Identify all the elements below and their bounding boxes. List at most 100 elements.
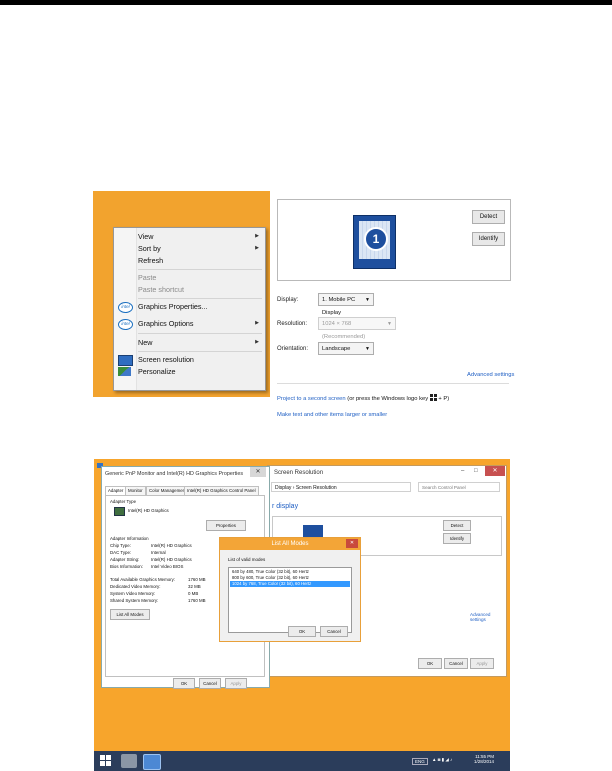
menu-item-screen-resolution[interactable]: Screen resolution — [138, 354, 261, 365]
close-icon[interactable]: ✕ — [250, 467, 266, 477]
display-arrangement-panel: 1 Detect Identify — [277, 199, 511, 281]
menu-item-view[interactable]: View ▶ — [138, 231, 261, 242]
orientation-select-value: Landscape — [322, 346, 351, 352]
ok-button[interactable]: OK — [173, 678, 195, 689]
desktop-context-menu: View ▶ Sort by ▶ Refresh Paste Paste sho… — [113, 227, 266, 391]
info-key: Bios Information: — [110, 564, 143, 569]
text-size-link[interactable]: Make text and other items larger or smal… — [277, 412, 387, 418]
chevron-down-icon: ▼ — [365, 346, 370, 352]
ok-button[interactable]: OK — [418, 658, 442, 669]
memory-value: 0 MB — [188, 591, 199, 596]
close-icon[interactable]: ✕ — [485, 466, 505, 476]
identify-button[interactable]: Identify — [443, 533, 471, 544]
menu-separator — [138, 351, 262, 352]
menu-item-label: Graphics Options — [138, 319, 194, 328]
apply-button[interactable]: Apply — [470, 658, 494, 669]
list-all-modes-dialog: List All Modes ✕ List of valid modes 640… — [219, 537, 361, 642]
menu-item-label: View — [138, 232, 154, 241]
desktop-screenshot: Screen Resolution – □ ✕ Display › Screen… — [94, 459, 510, 771]
detect-button[interactable]: Detect — [472, 210, 505, 224]
ok-button[interactable]: OK — [288, 626, 316, 637]
orientation-label: Orientation: — [277, 346, 309, 352]
menu-separator — [138, 298, 262, 299]
submenu-arrow-icon: ▶ — [255, 233, 259, 239]
display-label: Display: — [277, 297, 299, 303]
clock[interactable]: 11:55 PM 1/28/2014 — [474, 754, 494, 764]
personalize-icon — [118, 367, 131, 376]
top-rule — [0, 0, 612, 5]
modes-caption: List of valid modes — [228, 557, 266, 562]
memory-value: 1760 MB — [188, 577, 206, 582]
menu-item-paste[interactable]: Paste — [138, 272, 261, 283]
menu-item-label: Paste — [138, 273, 157, 282]
close-icon[interactable]: ✕ — [346, 539, 358, 548]
control-panel-taskbar-icon[interactable] — [143, 754, 161, 770]
list-all-modes-button[interactable]: List All Modes — [110, 609, 150, 620]
intel-logo-icon: intel — [118, 319, 133, 330]
info-value: Internal — [151, 550, 166, 555]
adapter-name: Intel(R) HD Graphics — [128, 508, 169, 513]
list-item-selected[interactable]: 1024 by 768, True Color (32 bit), 60 Her… — [230, 581, 350, 587]
page-heading: r display — [272, 503, 299, 510]
menu-item-label: New — [138, 338, 153, 347]
memory-key: System Video Memory: — [110, 591, 156, 596]
monitor-1-icon[interactable]: 1 — [353, 215, 396, 269]
menu-item-label: Screen resolution — [138, 355, 194, 364]
info-key: Chip Type: — [110, 543, 131, 548]
detect-button[interactable]: Detect — [443, 520, 471, 531]
memory-key: Dedicated Video Memory: — [110, 584, 161, 589]
language-indicator[interactable]: ENG — [412, 758, 428, 765]
properties-button[interactable]: Properties — [206, 520, 246, 531]
info-value: Intel(R) HD Graphics — [151, 543, 192, 548]
menu-item-personalize[interactable]: Personalize — [138, 366, 261, 377]
info-key: Adapter String: — [110, 557, 140, 562]
menu-item-new[interactable]: New ▶ — [138, 337, 261, 348]
dialog-title: List All Modes — [220, 538, 360, 550]
chevron-down-icon: ▼ — [387, 321, 392, 327]
cancel-button[interactable]: Cancel — [199, 678, 221, 689]
resolution-select[interactable]: 1024 × 768 (Recommended) ▼ — [318, 317, 396, 340]
taskbar: ENG ▲ ◙ ▮ ◢ ♪ 11:55 PM 1/28/2014 — [94, 751, 510, 771]
desktop-background[interactable]: View ▶ Sort by ▶ Refresh Paste Paste sho… — [93, 191, 270, 397]
menu-item-label: Personalize — [138, 367, 176, 376]
memory-key: Total Available Graphics Memory: — [110, 577, 176, 582]
menu-item-refresh[interactable]: Refresh — [138, 255, 261, 266]
cancel-button[interactable]: Cancel — [320, 626, 348, 637]
search-input[interactable]: Search Control Panel — [418, 482, 500, 492]
tray-icons[interactable]: ▲ ◙ ▮ ◢ ♪ — [432, 757, 452, 763]
windows-start-icon[interactable] — [100, 755, 112, 767]
menu-item-graphics-properties[interactable]: Graphics Properties... — [138, 301, 261, 312]
orientation-select[interactable]: Landscape ▼ — [318, 342, 374, 355]
menu-item-paste-shortcut[interactable]: Paste shortcut — [138, 284, 261, 295]
memory-key: Shared System Memory: — [110, 598, 159, 603]
advanced-settings-link[interactable]: Advanced settings — [470, 612, 506, 622]
minimize-icon[interactable]: – — [461, 468, 464, 474]
menu-item-label: Paste shortcut — [138, 285, 184, 294]
address-bar[interactable]: Display › Screen Resolution — [271, 482, 411, 492]
adapter-type-label: Adapter Type — [110, 499, 137, 504]
dialog-title: Generic PnP Monitor and Intel(R) HD Grap… — [105, 471, 244, 477]
project-to-second-screen-link[interactable]: Project to a second screen — [277, 396, 346, 402]
apply-button[interactable]: Apply — [225, 678, 247, 689]
menu-item-label: Refresh — [138, 256, 164, 265]
display-select-value: 1. Mobile PC Display — [322, 297, 356, 316]
submenu-arrow-icon: ▶ — [255, 339, 259, 345]
menu-item-graphics-options[interactable]: Graphics Options ▶ — [138, 318, 261, 329]
memory-value: 32 MB — [188, 584, 201, 589]
modes-list[interactable]: 640 by 480, True Color (32 bit), 60 Hert… — [228, 567, 352, 633]
info-key: DAC Type: — [110, 550, 132, 555]
explorer-taskbar-icon[interactable] — [121, 754, 137, 768]
display-select[interactable]: 1. Mobile PC Display ▼ — [318, 293, 374, 316]
identify-button[interactable]: Identify — [472, 232, 505, 246]
advanced-settings-link[interactable]: Advanced settings — [467, 372, 514, 378]
divider — [277, 383, 509, 384]
menu-item-sort-by[interactable]: Sort by ▶ — [138, 243, 261, 254]
monitor-number: 1 — [364, 227, 388, 251]
cancel-button[interactable]: Cancel — [444, 658, 468, 669]
menu-separator — [138, 333, 262, 334]
project-hint: (or press the Windows logo key — [347, 396, 429, 402]
chevron-down-icon: ▼ — [365, 297, 370, 303]
submenu-arrow-icon: ▶ — [255, 320, 259, 326]
screen-resolution-icon — [118, 355, 133, 366]
maximize-icon[interactable]: □ — [474, 468, 478, 474]
